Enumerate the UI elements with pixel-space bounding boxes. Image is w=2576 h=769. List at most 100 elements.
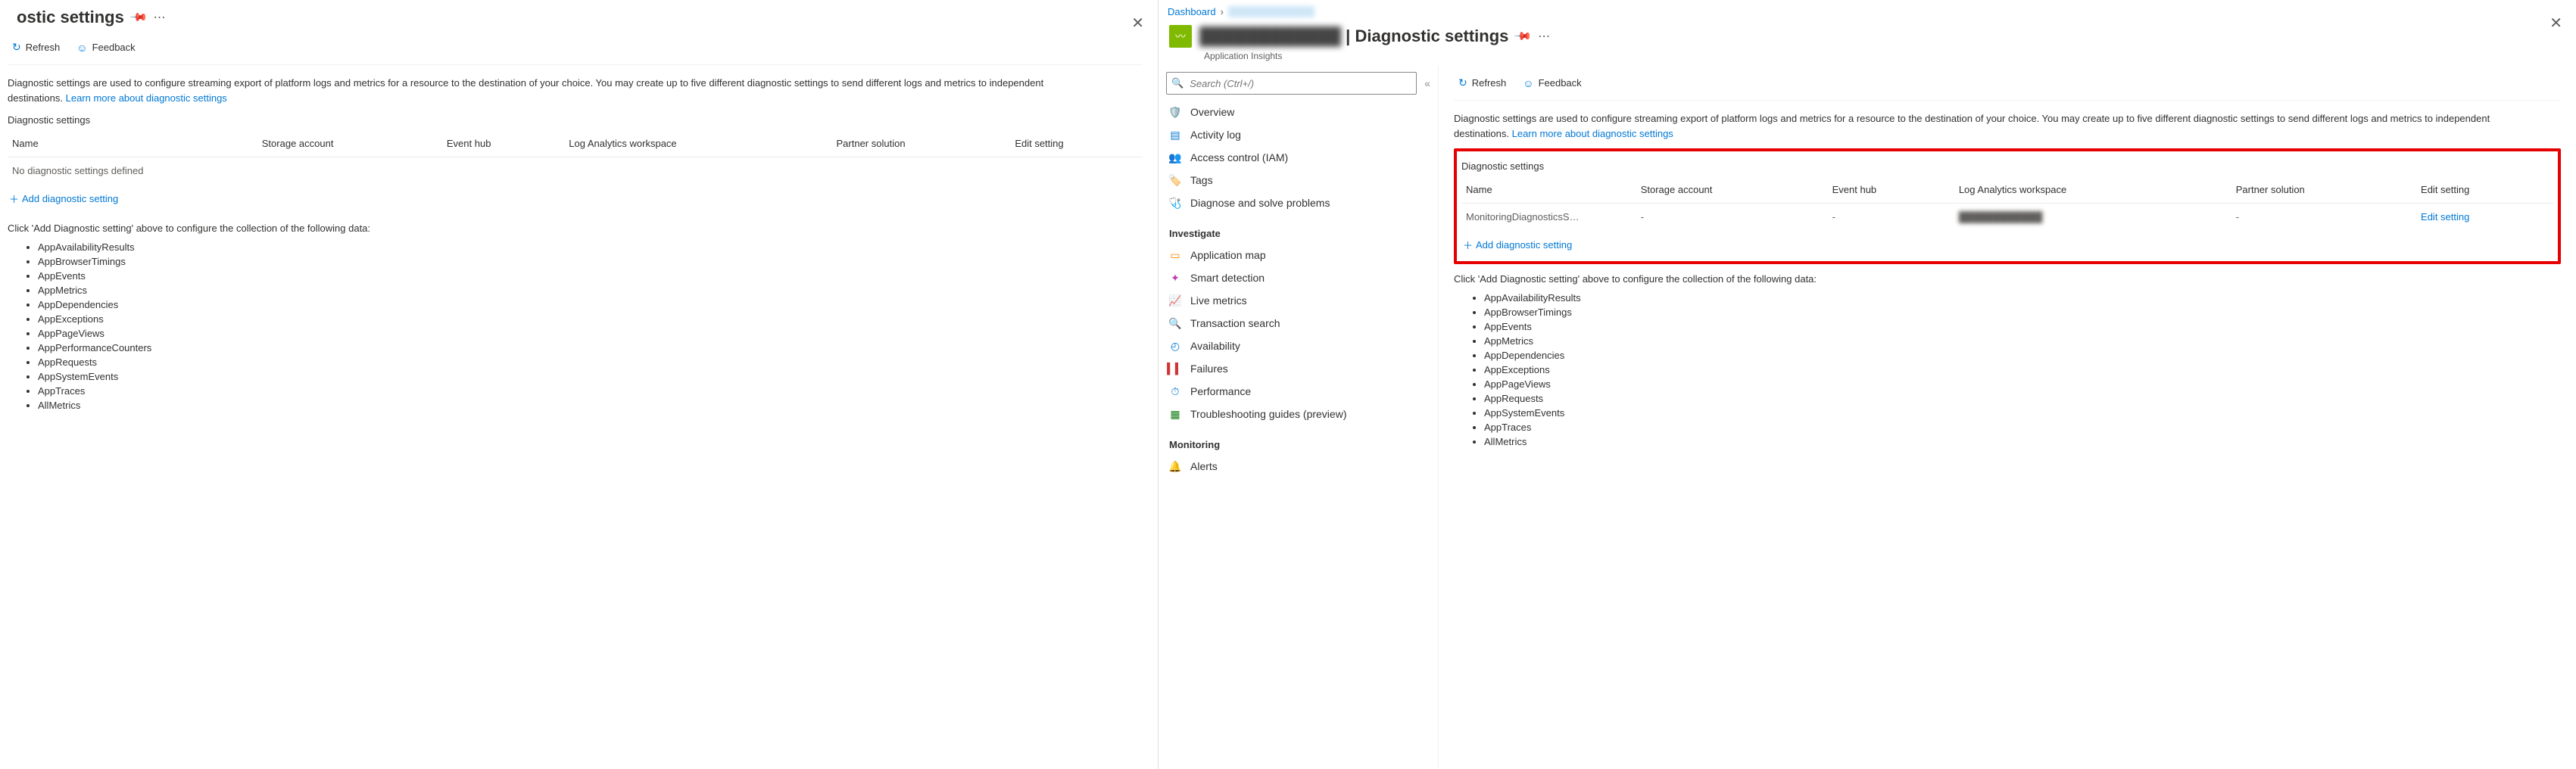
empty-row: No diagnostic settings defined (8, 157, 1143, 185)
col-edit: Edit setting (1010, 130, 1143, 157)
list-item: AllMetrics (38, 398, 1143, 413)
list-item: AppRequests (38, 355, 1143, 369)
breadcrumb-resource[interactable]: ████████ (1228, 6, 1315, 17)
tags-icon: 🏷️ (1169, 174, 1181, 186)
data-types-list: AppAvailabilityResultsAppBrowserTimingsA… (8, 240, 1143, 413)
close-icon[interactable]: ✕ (1131, 14, 1144, 33)
sidebar-item-tags[interactable]: 🏷️ Tags (1159, 169, 1438, 191)
search-icon: 🔍 (1171, 77, 1184, 89)
section-heading: Diagnostic settings (1461, 160, 2553, 172)
close-icon[interactable]: ✕ (2549, 14, 2562, 33)
overview-icon: 🛡️ (1169, 106, 1181, 118)
diagnose-icon: 🩺 (1169, 197, 1181, 209)
refresh-icon: ↻ (1458, 76, 1467, 89)
col-storage: Storage account (257, 130, 442, 157)
sidebar: 🔍 « 🛡️ Overview ▤Activity log 👥 Access contr… (1159, 66, 1439, 769)
add-diagnostic-setting-link[interactable]: ＋ Add diagnostic setting (1461, 230, 1573, 260)
search-input[interactable]: 🔍 (1166, 72, 1417, 95)
live-icon: 📈 (1169, 294, 1181, 307)
col-partner: Partner solution (2231, 176, 2416, 204)
sidebar-item-troubleshooting-guides-preview-[interactable]: ▦Troubleshooting guides (preview) (1159, 403, 1438, 425)
feedback-button[interactable]: ☺ Feedback (1523, 77, 1581, 89)
sidebar-item-application-map[interactable]: ▭ Application map (1159, 244, 1438, 266)
sidebar-item-label: Overview (1190, 106, 1234, 118)
col-storage: Storage account (1636, 176, 1828, 204)
sidebar-item-label: Transaction search (1190, 317, 1280, 329)
cell-storage: - (1636, 204, 1828, 231)
list-item: AppEvents (1484, 319, 2561, 334)
list-item: AppExceptions (38, 312, 1143, 326)
sidebar-item-label: Performance (1190, 385, 1251, 397)
sidebar-item-label: Live metrics (1190, 294, 1247, 307)
table-row[interactable]: MonitoringDiagnosticsS… - - ████████████… (1461, 204, 2553, 231)
list-item: AppRequests (1484, 391, 2561, 406)
refresh-button[interactable]: ↻ Refresh (12, 41, 60, 54)
refresh-button[interactable]: ↻ Refresh (1458, 76, 1506, 89)
sidebar-item-smart-detection[interactable]: ✦ Smart detection (1159, 266, 1438, 289)
refresh-icon: ↻ (12, 41, 21, 54)
sidebar-item-activity-log[interactable]: ▤Activity log (1159, 123, 1438, 146)
feedback-icon: ☺ (1523, 77, 1533, 89)
page-title-left: ostic settings (17, 8, 124, 27)
sidebar-item-availability[interactable]: ◴Availability (1159, 335, 1438, 357)
settings-table: Name Storage account Event hub Log Analy… (1461, 176, 2553, 230)
feedback-label: Feedback (92, 42, 136, 53)
sidebar-item-alerts[interactable]: 🔔 Alerts (1159, 455, 1438, 478)
add-diagnostic-setting-link[interactable]: ＋ Add diagnostic setting (8, 184, 120, 213)
list-item: AppAvailabilityResults (38, 240, 1143, 254)
title-sep: | (1346, 26, 1355, 45)
sidebar-item-label: Tags (1190, 174, 1213, 186)
col-eventhub: Event hub (442, 130, 564, 157)
availability-icon: ◴ (1169, 340, 1181, 352)
learn-more-link[interactable]: Learn more about diagnostic settings (1512, 128, 1673, 139)
col-law: Log Analytics workspace (564, 130, 831, 157)
feedback-button[interactable]: ☺ Feedback (76, 42, 135, 54)
troubleshooting-icon: ▦ (1169, 408, 1181, 420)
description: Diagnostic settings are used to configur… (8, 76, 1068, 105)
sidebar-item-live-metrics[interactable]: 📈 Live metrics (1159, 289, 1438, 312)
sidebar-item-transaction-search[interactable]: 🔍Transaction search (1159, 312, 1438, 335)
performance-icon: ⏱ (1169, 385, 1181, 397)
access-icon: 👥 (1169, 151, 1181, 163)
cell-eventhub: - (1828, 204, 1954, 231)
hint-text: Click 'Add Diagnostic setting' above to … (8, 223, 1143, 234)
learn-more-link[interactable]: Learn more about diagnostic settings (66, 92, 227, 104)
nav-header-monitoring: Monitoring (1159, 425, 1438, 455)
sidebar-item-label: Application map (1190, 249, 1266, 261)
sidebar-item-performance[interactable]: ⏱ Performance (1159, 380, 1438, 403)
smart-icon: ✦ (1169, 272, 1181, 284)
edit-setting-link[interactable]: Edit setting (2421, 211, 2469, 223)
resource-type: Application Insights (1159, 51, 2576, 66)
list-item: AppPageViews (1484, 377, 2561, 391)
pin-icon[interactable]: 📌 (129, 8, 148, 27)
col-edit: Edit setting (2416, 176, 2553, 204)
more-icon[interactable]: ⋯ (1538, 29, 1551, 44)
description: Diagnostic settings are used to configur… (1454, 111, 2514, 141)
list-item: AppAvailabilityResults (1484, 291, 2561, 305)
more-icon[interactable]: ⋯ (154, 10, 167, 25)
collapse-sidebar-icon[interactable]: « (1424, 77, 1430, 89)
sidebar-item-failures[interactable]: ▍▍Failures (1159, 357, 1438, 380)
application-icon: ▭ (1169, 249, 1181, 261)
search-field[interactable] (1188, 77, 1411, 90)
chevron-right-icon: › (1221, 6, 1224, 17)
feedback-icon: ☺ (76, 42, 87, 54)
sidebar-item-diagnose-and-solve-problems[interactable]: 🩺Diagnose and solve problems (1159, 191, 1438, 214)
sidebar-item-overview[interactable]: 🛡️ Overview (1159, 101, 1438, 123)
sidebar-item-label: Smart detection (1190, 272, 1265, 284)
cell-name: MonitoringDiagnosticsS… (1461, 204, 1636, 231)
col-name: Name (1461, 176, 1636, 204)
alerts-icon: 🔔 (1169, 460, 1181, 472)
list-item: AppBrowserTimings (1484, 305, 2561, 319)
breadcrumb-dashboard[interactable]: Dashboard (1168, 6, 1216, 17)
sidebar-item-label: Access control (IAM) (1190, 151, 1288, 163)
sidebar-item-access-control-iam-[interactable]: 👥 Access control (IAM) (1159, 146, 1438, 169)
col-name: Name (8, 130, 257, 157)
sidebar-item-label: Alerts (1190, 460, 1218, 472)
list-item: AppEvents (38, 269, 1143, 283)
pin-icon[interactable]: 📌 (1514, 26, 1533, 46)
highlighted-region: Diagnostic settings Name Storage account… (1454, 148, 2561, 264)
col-partner: Partner solution (832, 130, 1011, 157)
list-item: AppSystemEvents (38, 369, 1143, 384)
add-label: Add diagnostic setting (22, 193, 118, 204)
